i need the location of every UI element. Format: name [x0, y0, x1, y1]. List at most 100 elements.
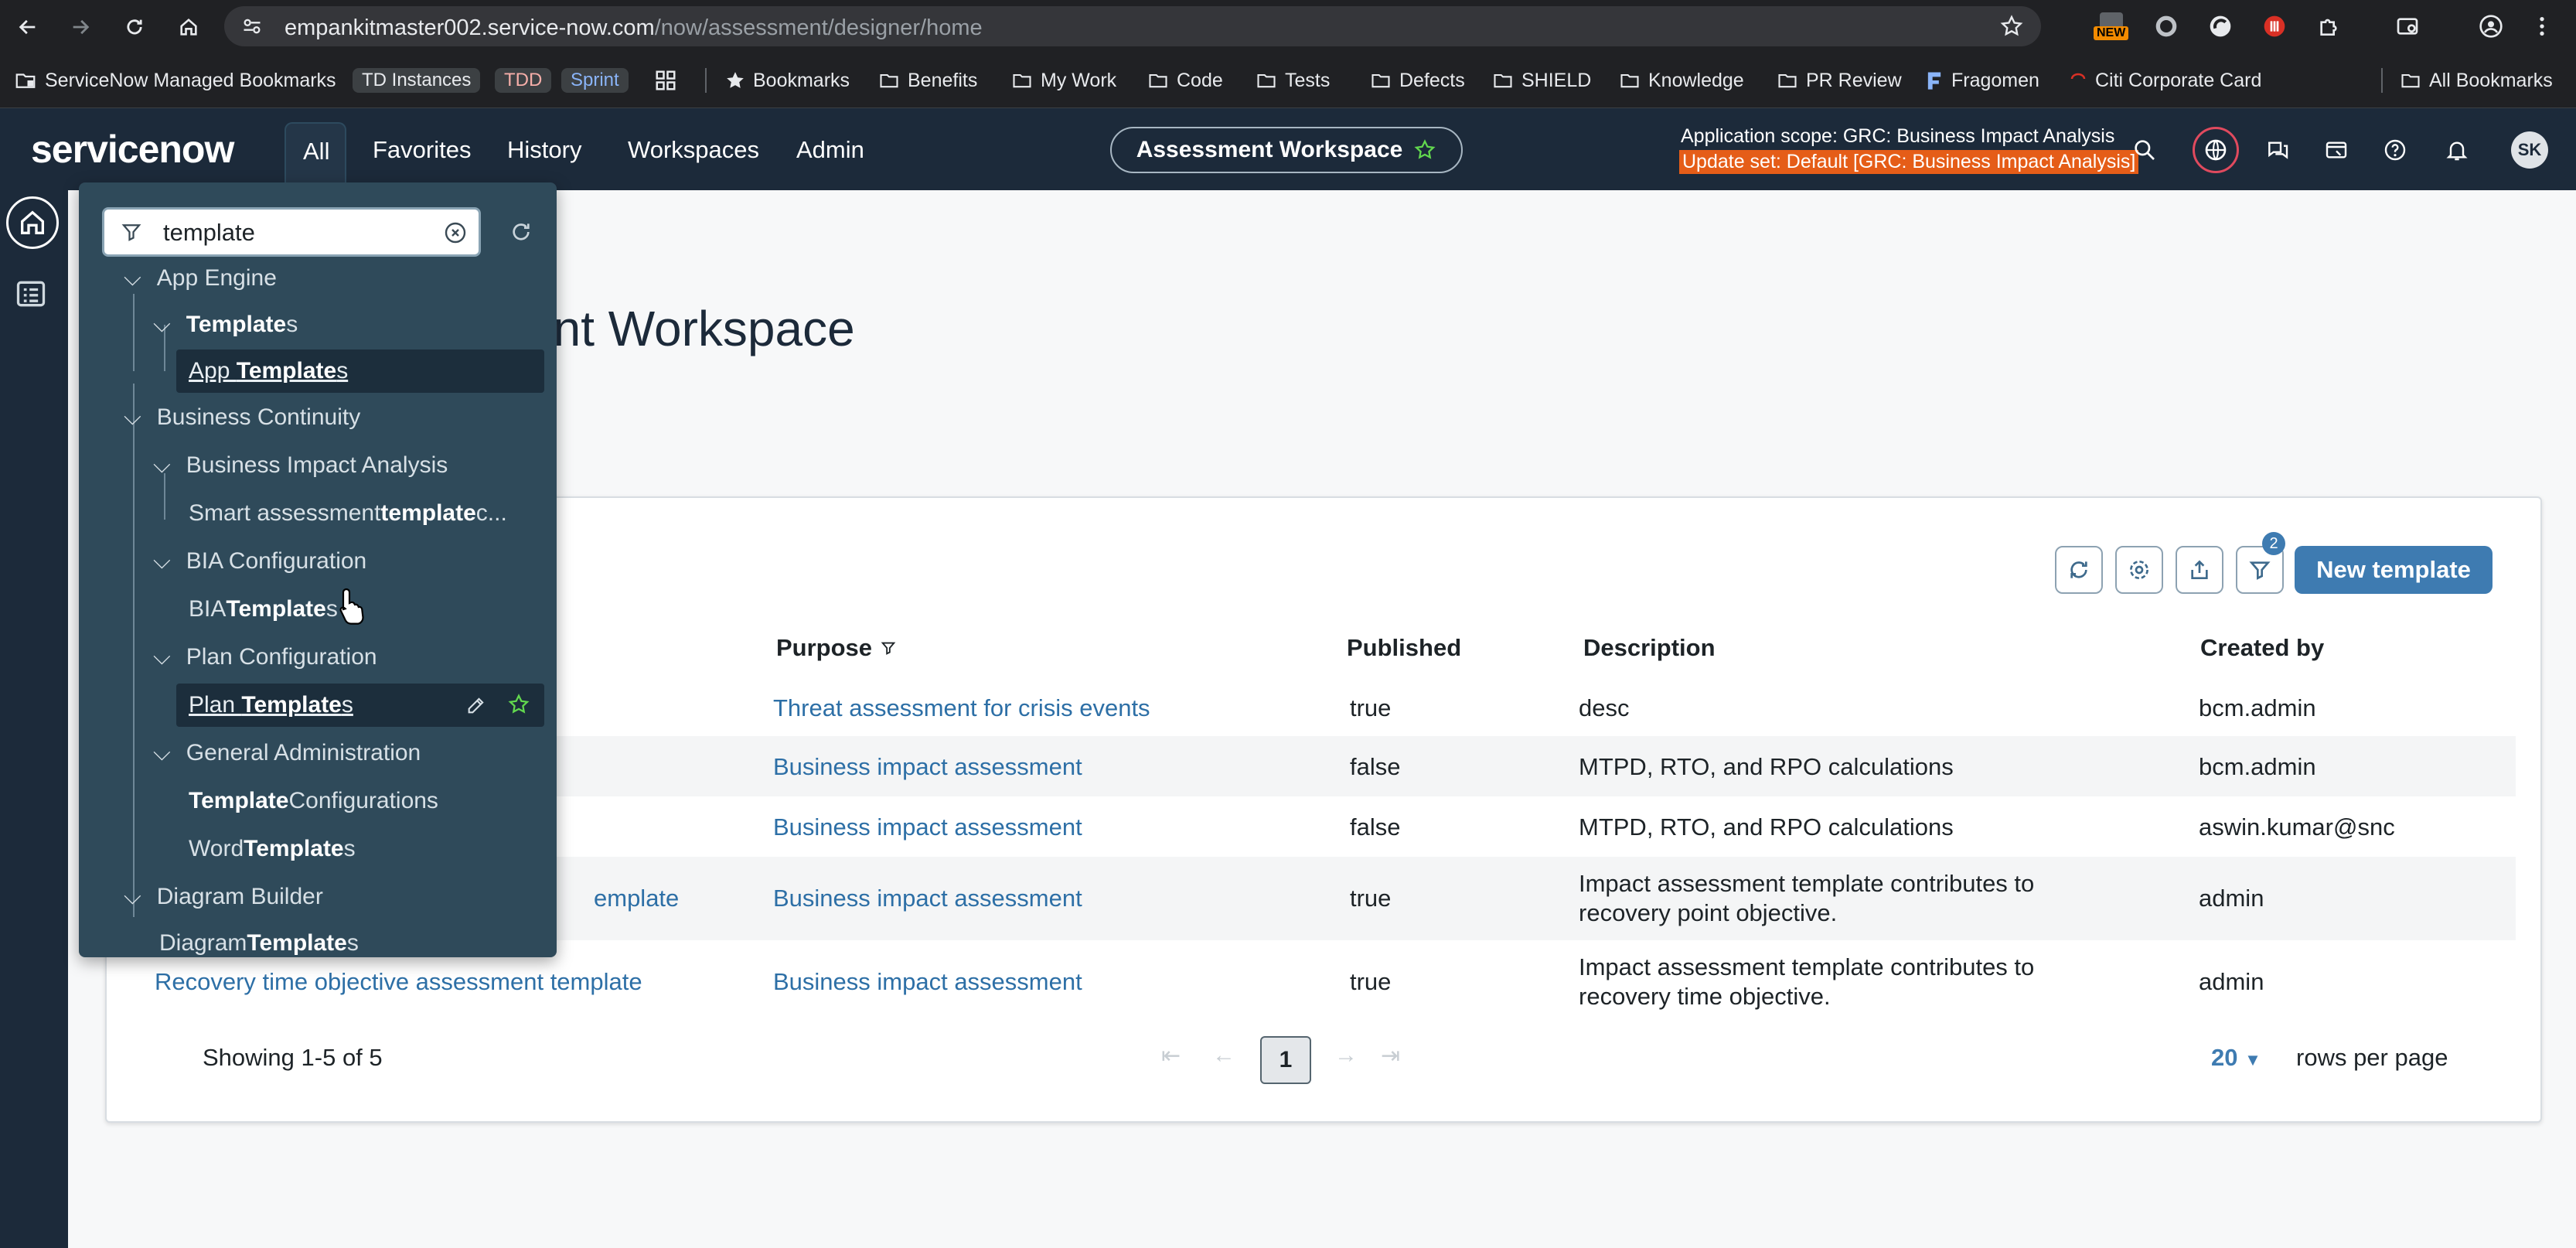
name-cell[interactable]: Recovery time objective assessment templ… [155, 968, 642, 996]
purpose-cell[interactable]: Business impact assessment [773, 753, 1082, 781]
bookmark-benefits[interactable]: Benefits [878, 66, 977, 94]
home-icon[interactable] [172, 10, 206, 44]
bookmark-my-work[interactable]: My Work [1011, 66, 1116, 94]
menu-bia-configuration[interactable]: ⌵ BIA Configuration [153, 540, 366, 583]
menu-general-administration[interactable]: ⌵ General Administration [153, 731, 421, 775]
extension-new-icon[interactable]: NEW [2094, 11, 2129, 42]
bookmark-pr-review[interactable]: PR Review [1777, 66, 1902, 94]
column-header-purpose[interactable]: Purpose [776, 634, 897, 662]
bookmark-shield[interactable]: SHIELD [1492, 66, 1591, 94]
menu-templates[interactable]: ⌵ Template s [153, 303, 298, 346]
menu-plan-templates[interactable]: Plan Templates [176, 684, 544, 727]
assessment-workspace-pill[interactable]: Assessment Workspace [1110, 127, 1463, 173]
folder-icon [1371, 73, 1390, 88]
bookmark-label: Defects [1399, 69, 1465, 91]
current-page-button[interactable]: 1 [1260, 1036, 1311, 1084]
citi-logo-icon [2070, 73, 2086, 80]
menu-bia-templates[interactable]: BIA Template s [189, 588, 338, 631]
pinned-items-icon[interactable] [2321, 135, 2352, 165]
edit-icon[interactable] [465, 694, 487, 716]
menu-business-impact-analysis[interactable]: ⌵ Business Impact Analysis [153, 444, 448, 487]
menu-app-templates[interactable]: App Templates [176, 350, 544, 393]
bookmark-code[interactable]: Code [1147, 66, 1223, 94]
browser-menu-icon[interactable] [2530, 14, 2554, 39]
last-page-icon[interactable]: ⇥ [1381, 1042, 1400, 1069]
menu-plan-configuration[interactable]: ⌵ Plan Configuration [153, 636, 377, 679]
url-text[interactable]: empankitmaster002.service-now.com/now/as… [285, 15, 983, 41]
menu-business-continuity[interactable]: ⌵ Business Continuity [124, 396, 360, 439]
name-cell[interactable]: emplate [594, 885, 679, 912]
menu-filter-field[interactable] [102, 207, 481, 257]
bookmark-tdd[interactable]: TDD [495, 66, 552, 94]
purpose-cell[interactable]: Business impact assessment [773, 813, 1082, 841]
column-header-created-by[interactable]: Created by [2200, 634, 2324, 662]
extensions-puzzle-icon[interactable] [2316, 14, 2341, 39]
servicenow-logo[interactable]: servicenow [31, 127, 234, 172]
menu-filter-input[interactable] [163, 217, 411, 248]
tab-admin[interactable]: Admin [796, 136, 864, 164]
next-page-icon[interactable]: → [1334, 1042, 1358, 1069]
user-avatar[interactable]: SK [2511, 131, 2548, 169]
search-icon[interactable] [2129, 135, 2160, 165]
bookmark-td-instances[interactable]: TD Instances [353, 66, 481, 94]
back-icon[interactable] [11, 10, 45, 44]
clear-filter-icon[interactable] [443, 220, 468, 245]
menu-smart-assessment-template[interactable]: Smart assessment template c... [189, 492, 507, 535]
bookmark-star-icon[interactable] [1999, 14, 2024, 39]
menu-diagram-templates[interactable]: Diagram Template s [159, 922, 359, 957]
address-bar[interactable]: empankitmaster002.service-now.com/now/as… [224, 6, 2041, 46]
menu-word-templates[interactable]: Word Template s [189, 827, 356, 871]
menu-template-configurations[interactable]: Template Configurations [189, 779, 438, 823]
menu-app-engine[interactable]: ⌵ App Engine [124, 263, 277, 300]
column-header-published[interactable]: Published [1347, 634, 1461, 662]
rows-per-page-select[interactable]: 20 ▼ [2211, 1044, 2261, 1072]
extension-circle-icon[interactable] [2154, 14, 2179, 39]
apps-grid-icon[interactable] [654, 66, 677, 94]
notifications-bell-icon[interactable] [2441, 135, 2472, 165]
settings-button[interactable] [2115, 546, 2163, 594]
bookmark-knowledge[interactable]: Knowledge [1619, 66, 1744, 94]
media-icon[interactable] [2395, 14, 2420, 39]
home-icon[interactable] [6, 196, 59, 249]
browser-toolbar: empankitmaster002.service-now.com/now/as… [0, 0, 2576, 53]
bookmark-sprint[interactable]: Sprint [561, 66, 629, 94]
purpose-cell[interactable]: Business impact assessment [773, 885, 1082, 912]
bookmark-citi[interactable]: Citi Corporate Card [2069, 66, 2261, 94]
bookmark-all-bookmarks[interactable]: All Bookmarks [2400, 66, 2553, 94]
tab-workspaces[interactable]: Workspaces [628, 136, 759, 164]
column-filter-icon[interactable] [880, 639, 897, 656]
purpose-cell[interactable]: Business impact assessment [773, 968, 1082, 996]
bookmark-servicenow-managed[interactable]: ServiceNow Managed Bookmarks [14, 66, 336, 94]
new-template-button[interactable]: New template [2295, 546, 2493, 594]
bookmark-defects[interactable]: Defects [1370, 66, 1465, 94]
refresh-menu-icon[interactable] [509, 220, 533, 244]
globe-icon[interactable] [2193, 127, 2239, 173]
purpose-cell[interactable]: Threat assessment for crisis events [773, 694, 1150, 722]
refresh-button[interactable] [2055, 546, 2103, 594]
update-set[interactable]: Update set: Default [GRC: Business Impac… [1679, 150, 2139, 174]
forward-icon[interactable] [63, 10, 97, 44]
prev-page-icon[interactable]: ← [1212, 1042, 1235, 1069]
favorite-star-icon[interactable] [507, 693, 530, 716]
profile-icon[interactable] [2479, 14, 2503, 39]
favorite-star-icon[interactable] [1413, 138, 1436, 162]
list-icon[interactable] [14, 277, 48, 311]
reload-icon[interactable] [118, 10, 152, 44]
column-header-description[interactable]: Description [1583, 634, 1716, 662]
site-settings-icon[interactable] [241, 15, 263, 37]
extension-red-icon[interactable] [2262, 14, 2287, 39]
menu-diagram-builder[interactable]: ⌵ Diagram Builder [124, 875, 323, 919]
tab-favorites[interactable]: Favorites [373, 136, 471, 164]
bookmark-bookmarks[interactable]: Bookmarks [725, 66, 850, 94]
chat-icon[interactable] [2262, 135, 2293, 165]
bookmark-fragomen[interactable]: Fragomen [1925, 66, 2039, 94]
chevron-down-icon: ⌵ [124, 404, 141, 430]
first-page-icon[interactable]: ⇤ [1161, 1042, 1181, 1069]
export-button[interactable] [2176, 546, 2223, 594]
tab-all[interactable]: All [285, 122, 346, 190]
application-scope[interactable]: Application scope: GRC: Business Impact … [1681, 125, 2114, 148]
help-icon[interactable] [2380, 135, 2411, 165]
tab-history[interactable]: History [507, 136, 581, 164]
extension-edge-icon[interactable] [2208, 14, 2233, 39]
bookmark-tests[interactable]: Tests [1256, 66, 1330, 94]
